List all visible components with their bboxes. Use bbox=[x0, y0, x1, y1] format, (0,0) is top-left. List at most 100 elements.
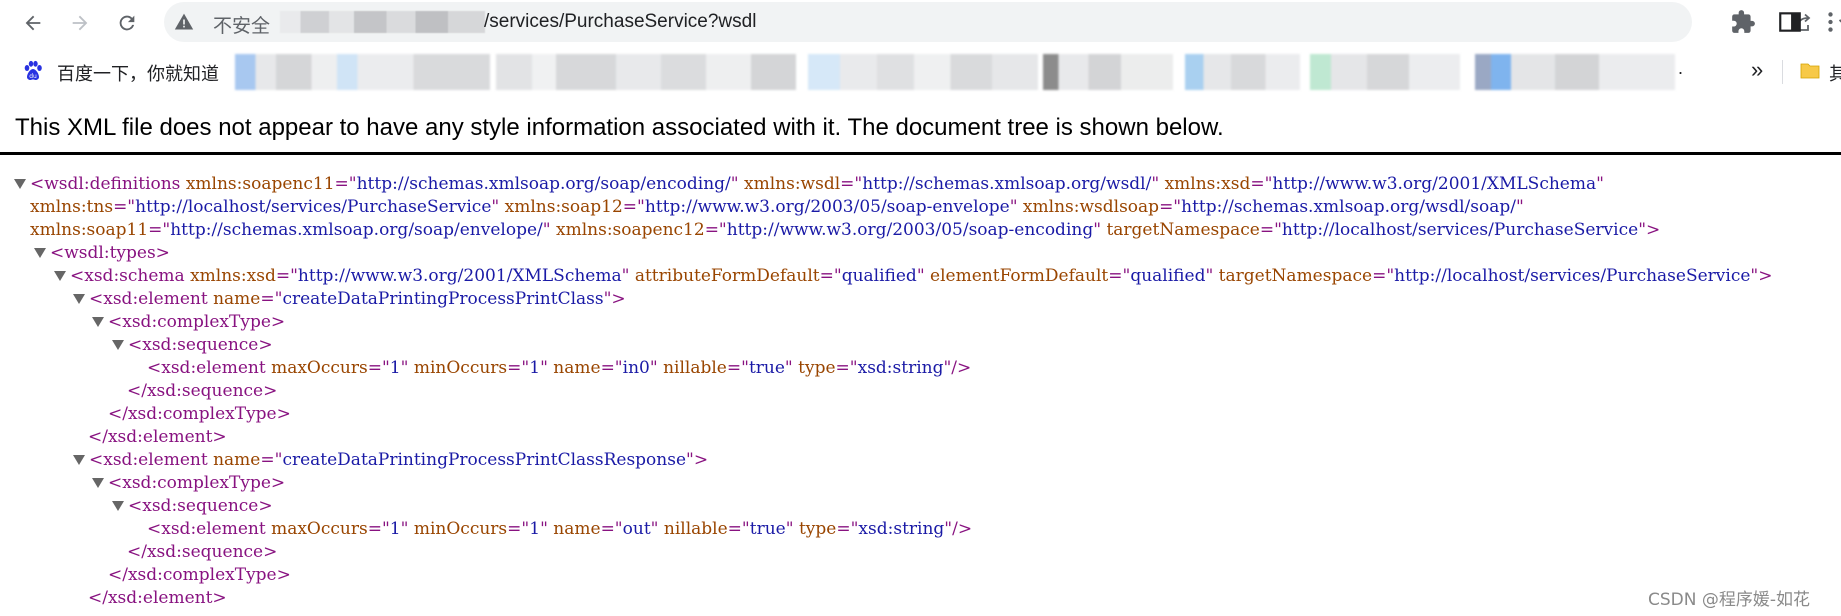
xml-tag: =" bbox=[727, 519, 750, 539]
xml-line-text: <xsd:element maxOccurs="1" minOccurs="1"… bbox=[147, 357, 971, 380]
xml-line-text: xmlns:tns="http://localhost/services/Pur… bbox=[30, 196, 1524, 219]
warning-triangle-icon[interactable] bbox=[174, 12, 194, 32]
fold-toggle-icon[interactable] bbox=[92, 317, 104, 327]
xml-tag: " bbox=[1515, 197, 1524, 217]
xml-tag: " bbox=[1151, 174, 1160, 194]
xml-tag: " bbox=[540, 519, 548, 539]
xml-attr-name: xmlns:soapenc11 bbox=[180, 174, 335, 194]
bookmark-baidu[interactable]: 百度一下，你就知道 bbox=[57, 60, 219, 86]
xml-attr-value: http://www.w3.org/2003/05/soap-encoding bbox=[726, 220, 1094, 240]
xml-attr-value: true bbox=[748, 358, 785, 378]
xml-attr-name: maxOccurs bbox=[265, 519, 368, 539]
xml-line-text: </xsd:sequence> bbox=[127, 541, 277, 564]
xml-attr-name: xmlns:wsdl bbox=[738, 174, 841, 194]
xml-line-text: <xsd:element name="createDataPrintingPro… bbox=[89, 449, 708, 472]
xml-attr-value: 1 bbox=[529, 358, 541, 378]
xml-tag: =" bbox=[600, 358, 623, 378]
back-button[interactable] bbox=[18, 8, 48, 38]
xml-tag: <xsd:element bbox=[147, 519, 266, 539]
xml-tag: =" bbox=[275, 266, 298, 286]
xml-tag: =" bbox=[260, 450, 283, 470]
xml-line-text: <xsd:complexType> bbox=[108, 311, 285, 334]
xml-tag: </xsd:sequence> bbox=[127, 381, 278, 401]
xml-attr-name: nillable bbox=[657, 358, 727, 378]
fold-toggle-icon[interactable] bbox=[34, 248, 46, 258]
puzzle-icon[interactable] bbox=[1730, 9, 1756, 35]
fold-toggle-icon[interactable] bbox=[54, 271, 66, 281]
redacted-bookmark[interactable] bbox=[1310, 54, 1460, 90]
fold-toggle-icon[interactable] bbox=[73, 294, 85, 304]
redacted-bookmark[interactable] bbox=[496, 54, 796, 90]
fold-toggle-icon[interactable] bbox=[112, 340, 124, 350]
xml-line-text: <wsdl:types> bbox=[50, 242, 170, 265]
xml-tag: =" bbox=[836, 519, 859, 539]
redacted-bookmark[interactable] bbox=[235, 54, 490, 90]
xml-tag: </xsd:element> bbox=[88, 427, 227, 447]
xml-attr-value: 1 bbox=[389, 519, 401, 539]
xml-tag: " bbox=[784, 358, 793, 378]
fold-toggle-icon[interactable] bbox=[14, 179, 26, 189]
xml-attr-value: http://schemas.xmlsoap.org/wsdl/soap/ bbox=[1181, 197, 1516, 217]
address-bar[interactable]: 不安全 /services/PurchaseService?wsdl bbox=[164, 2, 1841, 42]
side-panel-icon[interactable] bbox=[1777, 9, 1803, 35]
xml-attr-name: xmlns:wsdlsoap bbox=[1017, 197, 1160, 217]
arrow-left-icon bbox=[25, 15, 41, 31]
xml-tag: <xsd:element bbox=[147, 358, 266, 378]
xml-line-text: <xsd:element maxOccurs="1" minOccurs="1"… bbox=[147, 518, 972, 541]
xml-attr-name: targetNamespace bbox=[1101, 220, 1260, 240]
redacted-bookmark[interactable] bbox=[808, 54, 1038, 90]
bookmarks-bar: du 百度一下，你就知道 . » 其 bbox=[0, 52, 1841, 92]
xml-tag: " bbox=[649, 358, 658, 378]
xml-attr-name: name bbox=[547, 358, 601, 378]
xml-tag: <xsd:element bbox=[89, 289, 208, 309]
redacted-host bbox=[280, 11, 485, 33]
fold-toggle-icon[interactable] bbox=[92, 478, 104, 488]
xml-tag: " bbox=[916, 266, 925, 286]
xml-attr-name: elementFormDefault bbox=[924, 266, 1109, 286]
xml-attr-value: in0 bbox=[622, 358, 650, 378]
xml-tag: " bbox=[1596, 174, 1604, 194]
xml-style-notice: This XML file does not appear to have an… bbox=[15, 114, 1224, 141]
xml-tag: =" bbox=[113, 197, 136, 217]
xml-tag: =" bbox=[835, 358, 858, 378]
redacted-bookmark[interactable] bbox=[1475, 54, 1675, 90]
xml-attr-value: createDataPrintingProcessPrintClassRespo… bbox=[282, 450, 687, 470]
xml-attr-name: name bbox=[547, 519, 601, 539]
forward-button[interactable] bbox=[65, 8, 95, 38]
xml-tag: =" bbox=[507, 358, 530, 378]
xml-attr-name: nillable bbox=[658, 519, 728, 539]
xml-line-text: <xsd:schema xmlns:xsd="http://www.w3.org… bbox=[70, 265, 1773, 288]
reload-button[interactable] bbox=[112, 8, 142, 38]
xml-line-text: </xsd:complexType> bbox=[108, 403, 291, 426]
baidu-paw-icon: du bbox=[24, 60, 42, 80]
fold-toggle-icon[interactable] bbox=[73, 455, 85, 465]
xml-attr-value: true bbox=[749, 519, 786, 539]
xml-attr-value: http://schemas.xmlsoap.org/soap/encoding… bbox=[356, 174, 731, 194]
reload-icon bbox=[119, 15, 135, 31]
fold-toggle-icon[interactable] bbox=[112, 501, 124, 511]
xml-line-text: xmlns:soap11="http://schemas.xmlsoap.org… bbox=[30, 219, 1660, 242]
xml-tag: </xsd:sequence> bbox=[127, 542, 278, 562]
xml-tag: =" bbox=[367, 358, 390, 378]
csdn-watermark: CSDN @程序媛-如花 bbox=[1648, 590, 1811, 610]
xml-tag: =" bbox=[1108, 266, 1131, 286]
xml-attr-value: xsd:string bbox=[857, 358, 944, 378]
redacted-bookmark[interactable] bbox=[1185, 54, 1300, 90]
xml-attr-value: 1 bbox=[389, 358, 401, 378]
xml-tag: =" bbox=[507, 519, 530, 539]
xml-tag: =" bbox=[367, 519, 390, 539]
xml-tag: =" bbox=[1250, 174, 1273, 194]
xml-tag: =" bbox=[1372, 266, 1395, 286]
xml-tag: =" bbox=[1259, 220, 1282, 240]
xml-attr-value: http://localhost/services/PurchaseServic… bbox=[1281, 220, 1639, 240]
xml-line-text: </xsd:complexType> bbox=[108, 564, 291, 587]
xml-attr-value: qualified bbox=[841, 266, 917, 286]
bookmark-folder-other[interactable]: 其 bbox=[1829, 60, 1841, 86]
redacted-bookmark[interactable] bbox=[1043, 54, 1173, 90]
xml-tag: " bbox=[730, 174, 739, 194]
xml-tag: <xsd:sequence> bbox=[128, 335, 273, 355]
bookmarks-overflow-button[interactable]: » bbox=[1751, 57, 1763, 83]
more-menu-icon[interactable] bbox=[1820, 9, 1841, 35]
xml-tag: =" bbox=[840, 174, 863, 194]
xml-line-text: </xsd:sequence> bbox=[127, 380, 277, 403]
